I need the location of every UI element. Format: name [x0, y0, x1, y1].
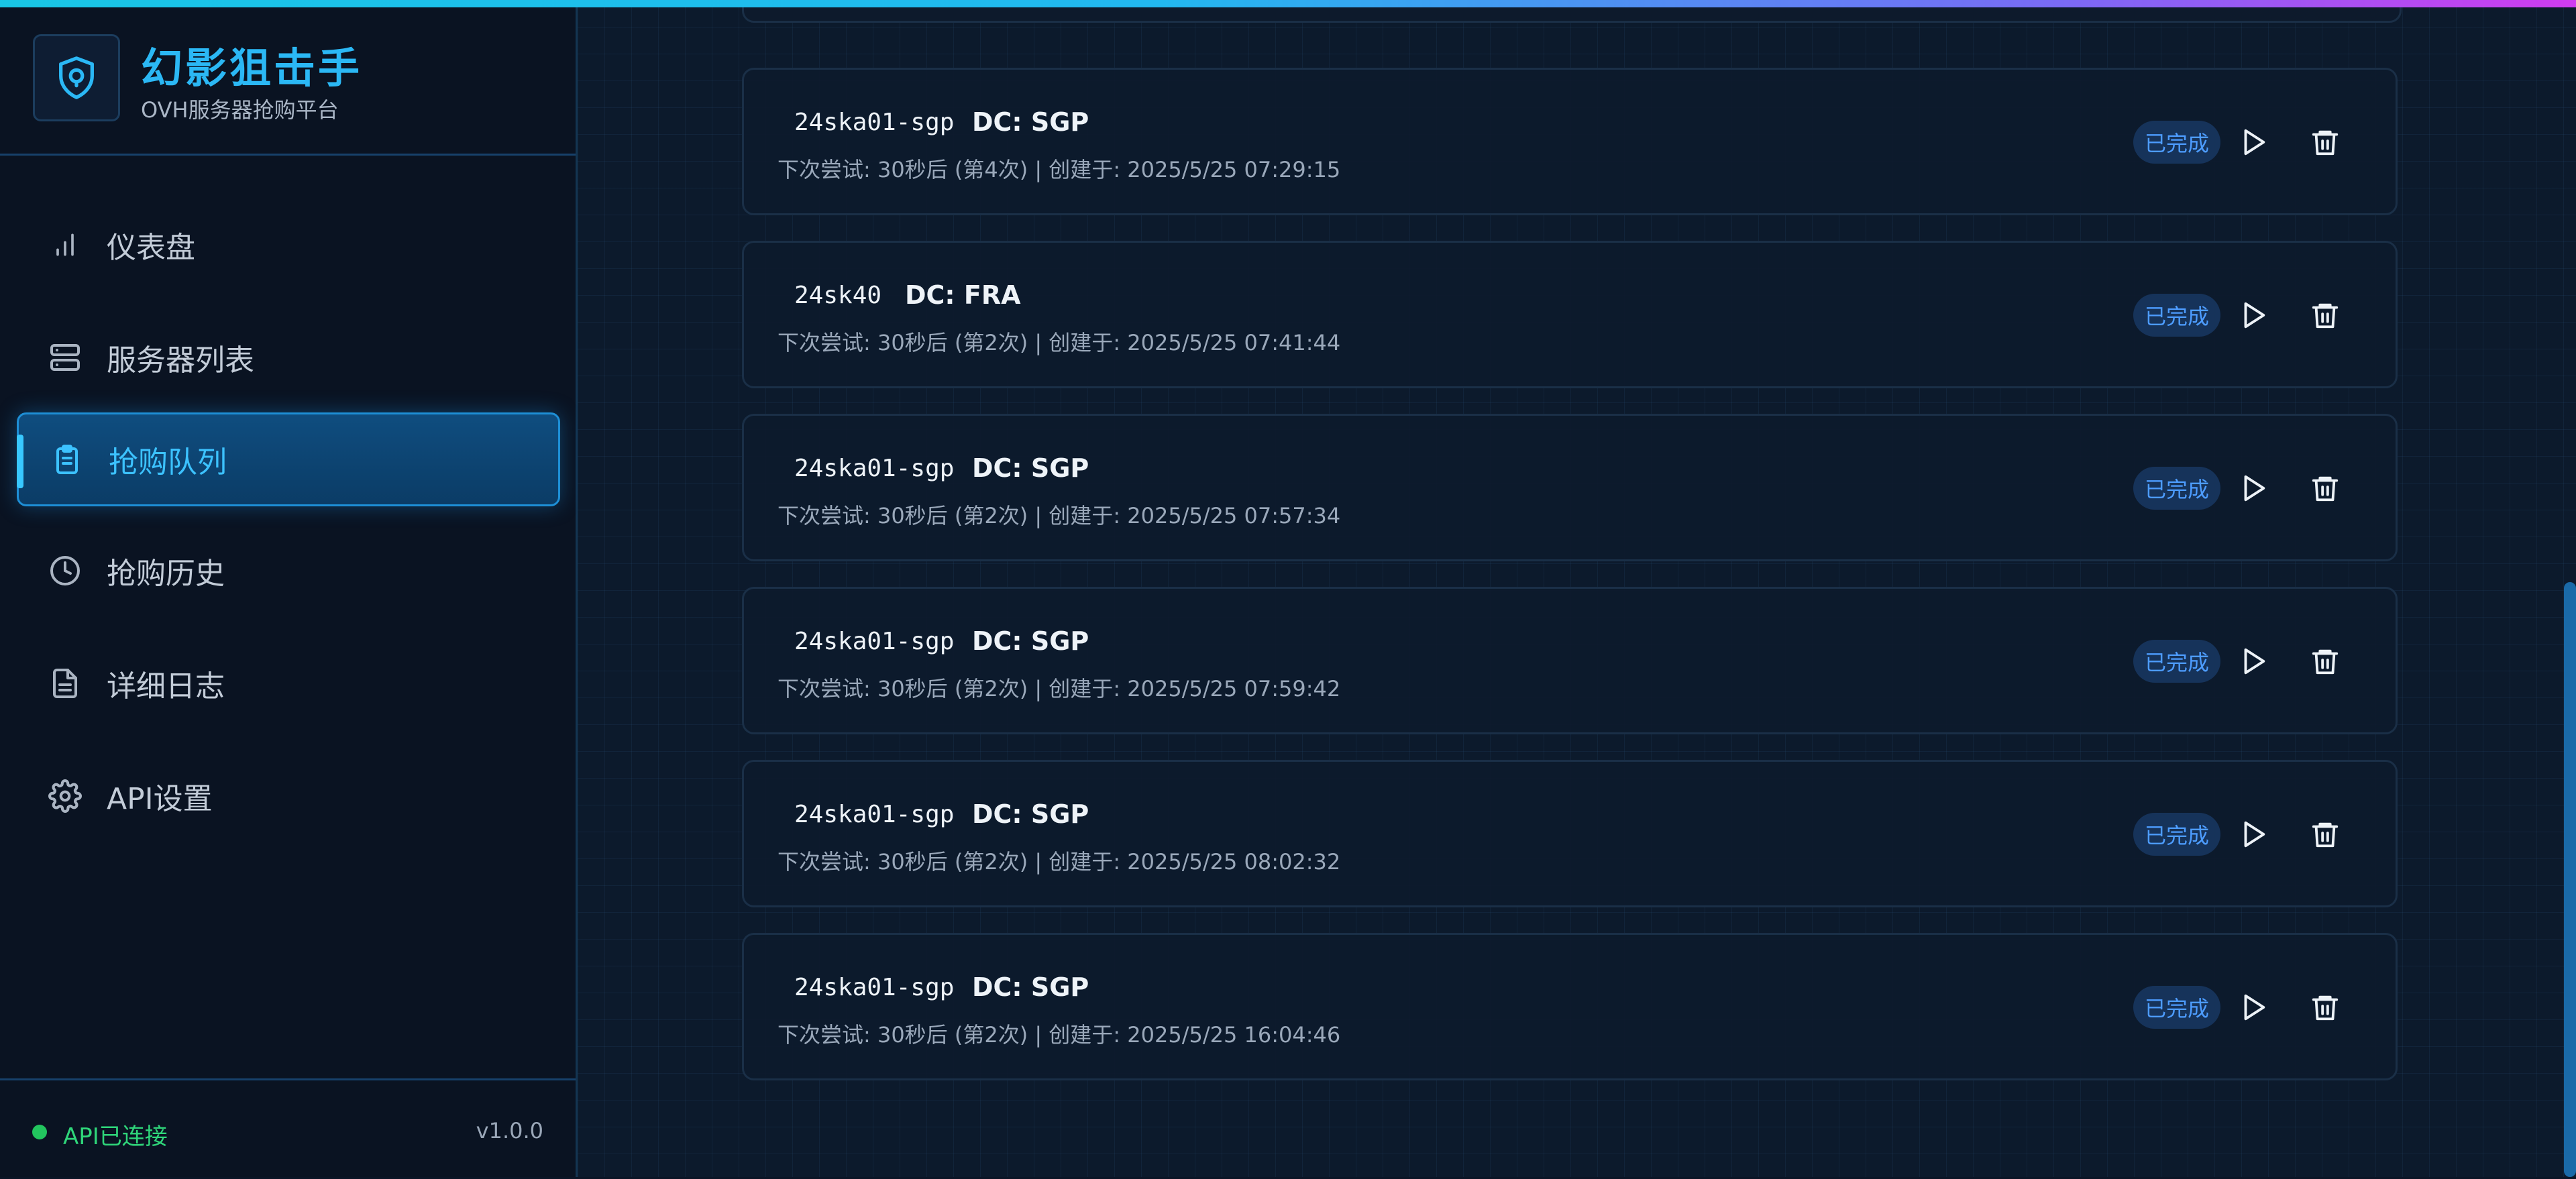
- clipboard-icon: [47, 439, 87, 480]
- trash-icon: [2312, 649, 2339, 675]
- server-name: 24ska01-sgp: [794, 974, 955, 1001]
- queue-meta: 下次尝试: 30秒后 (第4次) | 创建于: 2025/5/25 07:29:…: [777, 157, 1341, 182]
- queue-card: 24ska01-sgp DC: SGP 下次尝试: 30秒后 (第4次) | 创…: [742, 68, 2398, 215]
- server-icon: [45, 337, 85, 378]
- sidebar-item-label: 抢购队列: [109, 445, 227, 480]
- delete-button[interactable]: [2304, 813, 2347, 856]
- bar-chart-icon: [45, 225, 85, 265]
- top-accent-bar: [0, 0, 2576, 7]
- server-name: 24ska01-sgp: [794, 628, 955, 655]
- scrollbar[interactable]: [2564, 582, 2576, 1177]
- run-button[interactable]: [2232, 467, 2275, 510]
- sidebar-item-dashboard[interactable]: 仪表盘: [17, 198, 560, 292]
- server-name: 24sk40: [794, 282, 882, 309]
- status-badge: 已完成: [2133, 640, 2220, 683]
- sidebar-item-label: 服务器列表: [107, 343, 254, 378]
- datacenter-label: DC: SGP: [972, 453, 1089, 483]
- sidebar-item-api-settings[interactable]: API设置: [17, 749, 560, 843]
- queue-meta: 下次尝试: 30秒后 (第2次) | 创建于: 2025/5/25 07:57:…: [777, 503, 1341, 528]
- sidebar-item-label: 抢购历史: [107, 557, 225, 591]
- sidebar-item-label: 详细日志: [107, 669, 225, 704]
- datacenter-label: DC: SGP: [972, 626, 1089, 656]
- datacenter-label: DC: FRA: [905, 280, 1021, 310]
- queue-meta: 下次尝试: 30秒后 (第2次) | 创建于: 2025/5/25 07:41:…: [777, 330, 1341, 355]
- clock-icon: [45, 551, 85, 591]
- sidebar-item-label: 仪表盘: [107, 231, 195, 265]
- datacenter-label: DC: SGP: [972, 972, 1089, 1002]
- status-badge: 已完成: [2133, 813, 2220, 856]
- run-button[interactable]: [2232, 640, 2275, 683]
- connection-status: API已连接: [63, 1123, 168, 1150]
- sidebar-item-history[interactable]: 抢购历史: [17, 524, 560, 618]
- status-badge: 已完成: [2133, 986, 2220, 1029]
- gear-icon: [45, 776, 85, 816]
- status-badge: 已完成: [2133, 467, 2220, 510]
- status-badge: 已完成: [2133, 121, 2220, 164]
- brand-header: 幻影狙击手 OVH服务器抢购平台: [0, 7, 576, 156]
- queue-card: 24ska01-sgp DC: SGP 下次尝试: 30秒后 (第2次) | 创…: [742, 587, 2398, 734]
- queue-card: 24sk40 DC: FRA 下次尝试: 30秒后 (第2次) | 创建于: 2…: [742, 241, 2398, 388]
- sidebar-item-server-list[interactable]: 服务器列表: [17, 311, 560, 404]
- trash-icon: [2312, 995, 2339, 1021]
- server-name: 24ska01-sgp: [794, 455, 955, 482]
- server-name: 24ska01-sgp: [794, 801, 955, 828]
- play-icon: [2244, 302, 2265, 329]
- trash-icon: [2312, 303, 2339, 329]
- queue-meta: 下次尝试: 30秒后 (第2次) | 创建于: 2025/5/25 08:02:…: [777, 849, 1341, 875]
- app-title: 幻影狙击手: [141, 44, 363, 93]
- status-badge: 已完成: [2133, 294, 2220, 337]
- play-icon: [2244, 475, 2265, 502]
- queue-card: 24ska01-sgp DC: SGP 下次尝试: 30秒后 (第2次) | 创…: [742, 414, 2398, 561]
- run-button[interactable]: [2232, 813, 2275, 856]
- queue-meta: 下次尝试: 30秒后 (第2次) | 创建于: 2025/5/25 07:59:…: [777, 676, 1341, 701]
- run-button[interactable]: [2232, 294, 2275, 337]
- datacenter-label: DC: SGP: [972, 107, 1089, 137]
- play-icon: [2244, 648, 2265, 675]
- main-content: 24ska01-sgp DC: SGP 下次尝试: 30秒后 (第4次) | 创…: [578, 0, 2576, 1177]
- connection-status-dot: [32, 1125, 47, 1139]
- queue-meta: 下次尝试: 30秒后 (第2次) | 创建于: 2025/5/25 16:04:…: [777, 1022, 1341, 1048]
- delete-button[interactable]: [2304, 986, 2347, 1029]
- queue-card: 24ska01-sgp DC: SGP 下次尝试: 30秒后 (第2次) | 创…: [742, 760, 2398, 907]
- document-icon: [45, 663, 85, 704]
- shield-icon: [59, 56, 94, 99]
- play-icon: [2244, 129, 2265, 156]
- trash-icon: [2312, 130, 2339, 156]
- play-icon: [2244, 994, 2265, 1021]
- sidebar-item-logs[interactable]: 详细日志: [17, 636, 560, 730]
- delete-button[interactable]: [2304, 640, 2347, 683]
- sidebar-item-label: API设置: [107, 782, 213, 816]
- delete-button[interactable]: [2304, 121, 2347, 164]
- app-version: v1.0.0: [476, 1118, 543, 1143]
- app-subtitle: OVH服务器抢购平台: [141, 97, 339, 123]
- trash-icon: [2312, 822, 2339, 848]
- server-name: 24ska01-sgp: [794, 109, 955, 136]
- sidebar: 幻影狙击手 OVH服务器抢购平台 仪表盘 服务器列表 抢购队列 抢购历史 详细日…: [0, 0, 578, 1177]
- sidebar-footer: API已连接 v1.0.0: [0, 1078, 576, 1179]
- run-button[interactable]: [2232, 986, 2275, 1029]
- play-icon: [2244, 821, 2265, 848]
- queue-card: 24ska01-sgp DC: SGP 下次尝试: 30秒后 (第2次) | 创…: [742, 933, 2398, 1080]
- trash-icon: [2312, 476, 2339, 502]
- delete-button[interactable]: [2304, 467, 2347, 510]
- run-button[interactable]: [2232, 121, 2275, 164]
- logo: [33, 34, 120, 121]
- datacenter-label: DC: SGP: [972, 799, 1089, 829]
- sidebar-item-queue[interactable]: 抢购队列: [17, 412, 560, 506]
- delete-button[interactable]: [2304, 294, 2347, 337]
